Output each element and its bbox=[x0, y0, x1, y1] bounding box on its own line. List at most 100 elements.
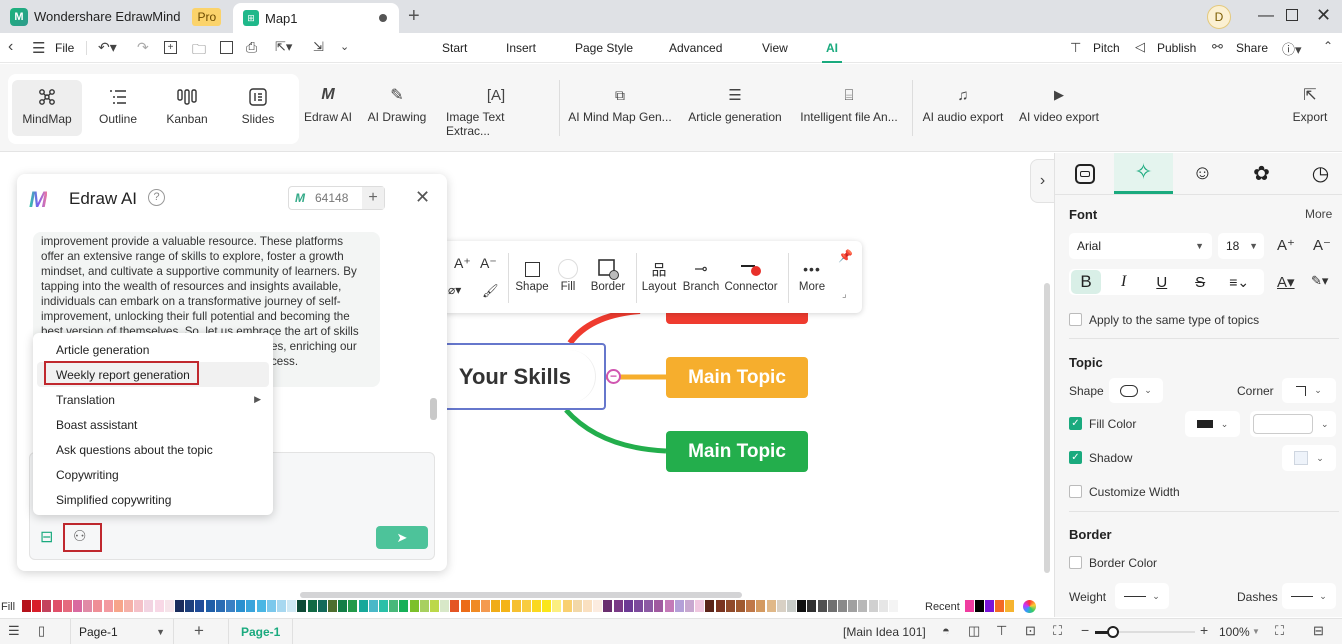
zoom-dropdown-icon[interactable]: ▼ bbox=[1252, 627, 1260, 636]
color-swatch[interactable] bbox=[460, 600, 470, 612]
color-swatch[interactable] bbox=[705, 600, 715, 612]
page-tab-active[interactable]: Page-1 bbox=[228, 619, 294, 644]
decrease-font-icon[interactable]: A⁻ bbox=[480, 255, 497, 272]
tab-style[interactable] bbox=[1055, 153, 1114, 194]
border-weight-select[interactable]: ⌄ bbox=[1115, 583, 1169, 609]
pitch-button[interactable]: Pitch bbox=[1093, 41, 1120, 55]
color-swatch[interactable] bbox=[674, 600, 684, 612]
fill-color-checkbox[interactable]: ✓ bbox=[1069, 417, 1082, 430]
color-swatch[interactable] bbox=[450, 600, 460, 612]
color-swatch[interactable] bbox=[379, 600, 388, 612]
color-swatch[interactable] bbox=[623, 600, 633, 612]
tab-advanced[interactable]: Advanced bbox=[669, 33, 722, 63]
collapse-ribbon-icon[interactable]: ⌃ bbox=[1323, 39, 1333, 53]
color-swatch[interactable] bbox=[195, 600, 205, 612]
pin-icon[interactable]: 📌 bbox=[838, 249, 853, 263]
color-swatch[interactable] bbox=[287, 600, 297, 612]
border-button[interactable]: Border bbox=[588, 257, 628, 293]
color-swatch[interactable] bbox=[817, 600, 827, 612]
color-swatch[interactable] bbox=[185, 600, 195, 612]
color-swatch[interactable] bbox=[277, 600, 286, 612]
toggle-right-panel-icon[interactable]: › bbox=[1030, 159, 1054, 203]
resize-corner-icon[interactable]: ⌟ bbox=[842, 289, 847, 300]
menu-item-article-generation[interactable]: Article generation bbox=[33, 337, 273, 362]
mindmap-context-icon[interactable]: ⊟ bbox=[40, 527, 53, 547]
more-quick-access-icon[interactable]: ⌄ bbox=[340, 40, 349, 53]
color-swatch[interactable] bbox=[154, 600, 164, 612]
undo-icon[interactable]: ↶▾ bbox=[98, 39, 117, 56]
export-button[interactable]: ⇱ Export bbox=[1288, 80, 1332, 124]
color-swatch[interactable] bbox=[532, 600, 541, 612]
article-generation-button[interactable]: ☰ Article generation bbox=[686, 80, 784, 124]
layout-button[interactable]: 品 Layout bbox=[640, 257, 678, 294]
send-button[interactable]: ➤ bbox=[376, 526, 428, 549]
app-tab[interactable]: M Wondershare EdrawMind Pro bbox=[0, 0, 222, 33]
highlight-color-icon[interactable]: ⌀▾ bbox=[448, 283, 461, 297]
color-swatch[interactable] bbox=[695, 600, 705, 612]
view-kanban[interactable]: Kanban bbox=[154, 82, 220, 126]
menu-item-boast-assistant[interactable]: Boast assistant bbox=[33, 412, 273, 437]
color-swatch[interactable] bbox=[715, 600, 725, 612]
file-menu[interactable]: File bbox=[55, 41, 74, 55]
color-swatch[interactable] bbox=[215, 600, 225, 612]
border-dashes-select[interactable]: ⌄ bbox=[1282, 583, 1336, 609]
color-swatch[interactable] bbox=[664, 600, 674, 612]
tab-insert[interactable]: Insert bbox=[506, 33, 536, 63]
color-swatch[interactable] bbox=[827, 600, 837, 612]
intelligent-file-analysis-button[interactable]: ⌸ Intelligent file An... bbox=[797, 80, 901, 125]
align-icon[interactable]: ≡⌄ bbox=[1229, 274, 1249, 291]
color-swatch[interactable] bbox=[470, 600, 480, 612]
recent-color-swatch[interactable] bbox=[985, 600, 994, 612]
border-color-checkbox[interactable] bbox=[1069, 556, 1082, 569]
color-swatch[interactable] bbox=[113, 600, 123, 612]
color-swatch[interactable] bbox=[511, 600, 521, 612]
bold-button[interactable]: B bbox=[1071, 270, 1101, 294]
main-topic-orange[interactable]: Main Topic bbox=[666, 357, 808, 398]
central-topic-selection[interactable]: Your Skills bbox=[420, 343, 606, 410]
tab-page-style[interactable]: Page Style bbox=[575, 33, 633, 63]
color-swatch[interactable] bbox=[501, 600, 511, 612]
close-panel-icon[interactable]: ✕ bbox=[415, 187, 430, 208]
increase-font-icon[interactable]: A⁺ bbox=[454, 255, 471, 272]
new-file-icon[interactable]: + bbox=[164, 41, 177, 54]
color-swatch[interactable] bbox=[409, 600, 419, 612]
ai-drawing-button[interactable]: ✎ AI Drawing bbox=[364, 80, 430, 124]
gradient-color-select[interactable]: ⌄ bbox=[1250, 411, 1336, 437]
color-swatch[interactable] bbox=[562, 600, 572, 612]
connector-button[interactable]: Connector bbox=[724, 257, 778, 293]
color-wheel-icon[interactable] bbox=[1023, 600, 1036, 613]
recent-color-swatch[interactable] bbox=[1005, 600, 1014, 612]
color-swatch[interactable] bbox=[766, 600, 776, 612]
color-swatch[interactable] bbox=[613, 600, 623, 612]
color-swatch[interactable] bbox=[868, 600, 878, 612]
new-tab-plus-icon[interactable]: + bbox=[408, 5, 420, 28]
help-circle-icon[interactable]: ? bbox=[148, 189, 165, 206]
decrease-font-size-icon[interactable]: A⁻ bbox=[1313, 236, 1331, 254]
customize-width-checkbox[interactable] bbox=[1069, 485, 1082, 498]
color-swatch[interactable] bbox=[73, 600, 82, 612]
add-credits-icon[interactable]: + bbox=[362, 187, 384, 209]
color-swatch[interactable] bbox=[226, 600, 235, 612]
fill-button[interactable]: Fill bbox=[556, 257, 580, 293]
color-swatch[interactable] bbox=[838, 600, 847, 612]
fill-color-select[interactable]: ⌄ bbox=[1185, 411, 1240, 437]
color-swatch[interactable] bbox=[603, 600, 613, 612]
color-swatch[interactable] bbox=[83, 600, 93, 612]
tab-view[interactable]: View bbox=[762, 33, 788, 63]
color-swatch[interactable] bbox=[348, 600, 358, 612]
tab-start[interactable]: Start bbox=[442, 33, 467, 63]
color-swatch[interactable] bbox=[644, 600, 654, 612]
format-painter-icon[interactable]: 🖌 bbox=[482, 283, 499, 299]
apply-same-type-checkbox[interactable] bbox=[1069, 313, 1082, 326]
color-swatch[interactable] bbox=[297, 600, 307, 612]
color-swatch[interactable] bbox=[430, 600, 439, 612]
tab-icons[interactable]: ☺ bbox=[1173, 153, 1232, 194]
color-swatch[interactable] bbox=[307, 600, 317, 612]
color-swatch[interactable] bbox=[858, 600, 868, 612]
color-swatch[interactable] bbox=[338, 600, 348, 612]
export-share-icon[interactable]: ⇱▾ bbox=[275, 39, 292, 55]
color-swatch[interactable] bbox=[491, 600, 501, 612]
tab-ai[interactable]: AI bbox=[822, 33, 842, 63]
font-size-select[interactable]: 18 ▼ bbox=[1218, 233, 1264, 259]
view-mindmap[interactable]: MindMap bbox=[12, 80, 82, 136]
